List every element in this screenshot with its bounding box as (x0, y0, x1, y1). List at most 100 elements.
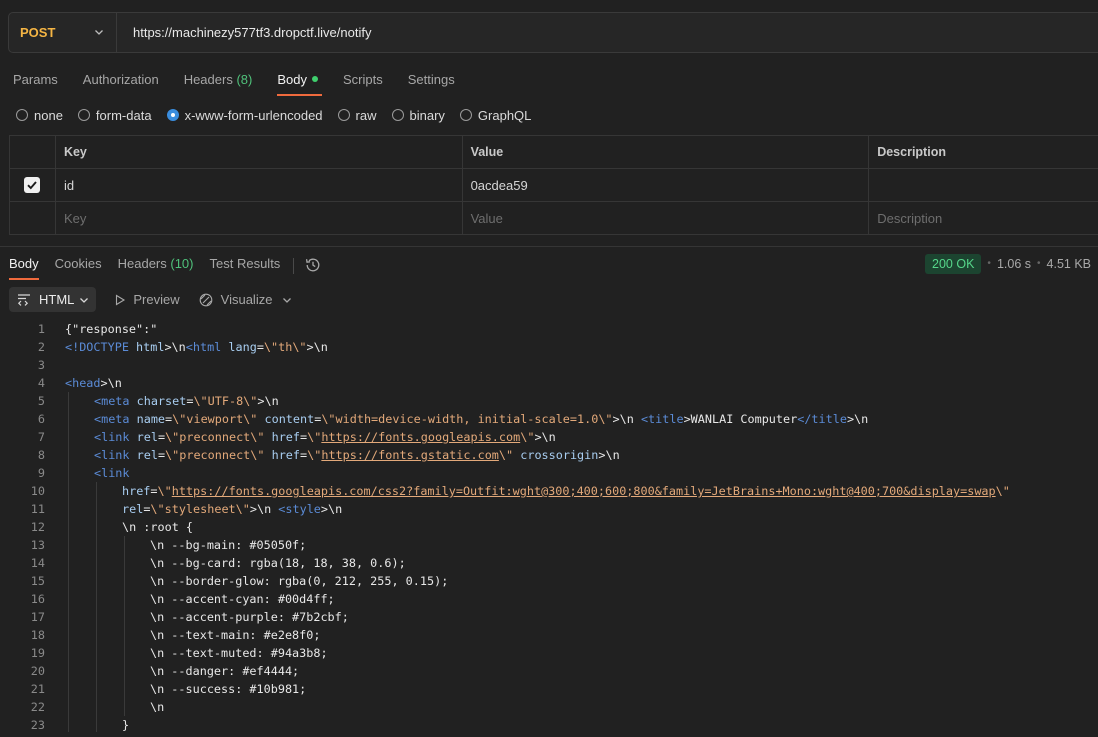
code-text: rel=\"stylesheet\">\n <style>\n (45, 500, 342, 518)
line-number: 14 (30, 556, 45, 570)
response-status: 200 OK • 1.06 s • 4.51 KB (925, 253, 1091, 274)
tab-headers[interactable]: Headers (8) (171, 64, 265, 96)
code-token: >\n (164, 340, 186, 354)
code-text: <link (45, 464, 130, 482)
request-bar: POST https://machinezy577tf3.dropctf.liv… (8, 12, 1098, 53)
line-number: 21 (30, 682, 45, 696)
code-token: html (136, 340, 165, 354)
chevron-down-icon[interactable] (282, 295, 292, 305)
new-value-input[interactable]: Value (463, 202, 870, 234)
row-value-input[interactable]: 0acdea59 (463, 169, 870, 201)
preview-button[interactable]: Preview (114, 292, 180, 307)
code-token: href (122, 484, 151, 498)
radio-urlencoded[interactable]: x-www-form-urlencoded (166, 108, 323, 123)
play-icon (116, 294, 126, 305)
status-badge[interactable]: 200 OK (925, 253, 982, 274)
code-text: <link rel=\"preconnect\" href=\"https://… (45, 446, 620, 464)
line-number: 1 (37, 322, 45, 336)
visualize-button[interactable]: Visualize (198, 292, 272, 308)
code-link[interactable]: https://fonts.googleapis.com (321, 430, 520, 444)
radio-form-data[interactable]: form-data (77, 108, 152, 123)
url-input[interactable]: https://machinezy577tf3.dropctf.live/not… (117, 25, 371, 40)
response-tab-body[interactable]: Body (0, 254, 46, 280)
body-modified-dot-icon (311, 76, 318, 82)
code-token: >\n (598, 448, 620, 462)
tab-params[interactable]: Params (0, 64, 70, 96)
code-token: <link (94, 430, 130, 444)
code-text: \n --border-glow: rgba(0, 212, 255, 0.15… (150, 574, 449, 588)
row-key-input[interactable]: id (56, 169, 463, 201)
line-number: 3 (37, 358, 45, 372)
code-text: \n --accent-purple: #7b2cbf; (150, 610, 349, 624)
code-text: <!DOCTYPE html>\n<html lang=\"th\">\n (45, 338, 328, 356)
tab-settings[interactable]: Settings (395, 64, 467, 96)
new-description-input[interactable]: Description (869, 202, 1098, 234)
line-number: 23 (30, 718, 45, 732)
code-text: \n --bg-main: #05050f; (150, 538, 307, 552)
table-row-new: Key Value Description (10, 202, 1098, 235)
tab-headers-count: (8) (236, 72, 253, 87)
radio-circle-icon (77, 109, 90, 121)
table-header-check (10, 136, 56, 168)
code-token: <html (185, 340, 222, 354)
code-token: \" (498, 448, 514, 462)
code-token: lang (228, 340, 257, 354)
code-format-icon (17, 293, 30, 306)
radio-binary[interactable]: binary (391, 108, 445, 123)
line-number: 8 (37, 448, 45, 462)
method-select[interactable]: POST (9, 13, 117, 52)
radio-selected-icon (166, 109, 179, 121)
code-token: rel (136, 448, 158, 462)
pane-divider[interactable] (0, 246, 1098, 247)
code-token: <head (65, 376, 101, 390)
code-text: <meta charset=\"UTF-8\">\n (45, 392, 279, 410)
response-tab-cookies[interactable]: Cookies (46, 254, 109, 278)
tab-body[interactable]: Body (264, 64, 330, 96)
code-token: <style (278, 502, 321, 516)
radio-circle-icon (337, 109, 350, 121)
code-token: \" (307, 430, 322, 444)
response-time[interactable]: 1.06 s (997, 257, 1031, 271)
row-checkbox[interactable] (24, 177, 41, 193)
table-header-key: Key (56, 136, 463, 168)
code-token: <meta (94, 412, 130, 426)
code-token: name (136, 412, 166, 426)
code-line: 3 (0, 356, 1098, 374)
history-icon[interactable] (304, 256, 322, 274)
response-view-controls: HTML Preview Visualize (9, 287, 292, 312)
radio-graphql-label: GraphQL (477, 107, 532, 123)
code-token: <link (94, 448, 130, 462)
code-line: 16 \n --accent-cyan: #00d4ff; (0, 590, 1098, 608)
code-line: 22 \n (0, 698, 1098, 716)
code-token: \" (520, 430, 535, 444)
indent-guide (124, 536, 125, 716)
code-line: 4 <head>\n (0, 374, 1098, 392)
code-line: 18 \n --text-main: #e2e8f0; (0, 626, 1098, 644)
response-body-code[interactable]: 1 {"response":" 2 <!DOCTYPE html>\n<html l… (0, 320, 1098, 734)
code-token: href (271, 448, 301, 462)
row-description-input[interactable] (869, 169, 1098, 201)
radio-graphql[interactable]: GraphQL (459, 107, 532, 123)
code-token: \"UTF-8\" (193, 394, 258, 408)
method-label: POST (20, 25, 56, 40)
table-row: id 0acdea59 (10, 169, 1098, 202)
response-size[interactable]: 4.51 KB (1047, 257, 1091, 271)
code-link[interactable]: https://fonts.googleapis.com/css2?family… (172, 484, 996, 498)
response-tab-headers-label: Headers (117, 256, 167, 271)
response-tabs: Body Cookies Headers (10) Test Results (0, 254, 322, 280)
radio-raw[interactable]: raw (337, 108, 377, 123)
response-tab-test-results[interactable]: Test Results (201, 254, 288, 278)
line-number: 16 (30, 592, 45, 606)
new-key-input[interactable]: Key (56, 202, 463, 234)
checkmark-icon (27, 181, 38, 190)
indent-guide (68, 392, 69, 732)
form-params-table: Key Value Description id 0acdea59 Key Va… (9, 135, 1098, 235)
radio-none[interactable]: none (16, 108, 63, 123)
code-link[interactable]: https://fonts.gstatic.com (321, 448, 499, 462)
tab-scripts[interactable]: Scripts (330, 64, 395, 96)
code-token: >\n (100, 376, 122, 390)
tab-authorization[interactable]: Authorization (70, 64, 171, 96)
format-select[interactable]: HTML (9, 287, 97, 312)
table-header-description: Description (877, 145, 946, 159)
response-tab-headers[interactable]: Headers (10) (109, 254, 201, 278)
